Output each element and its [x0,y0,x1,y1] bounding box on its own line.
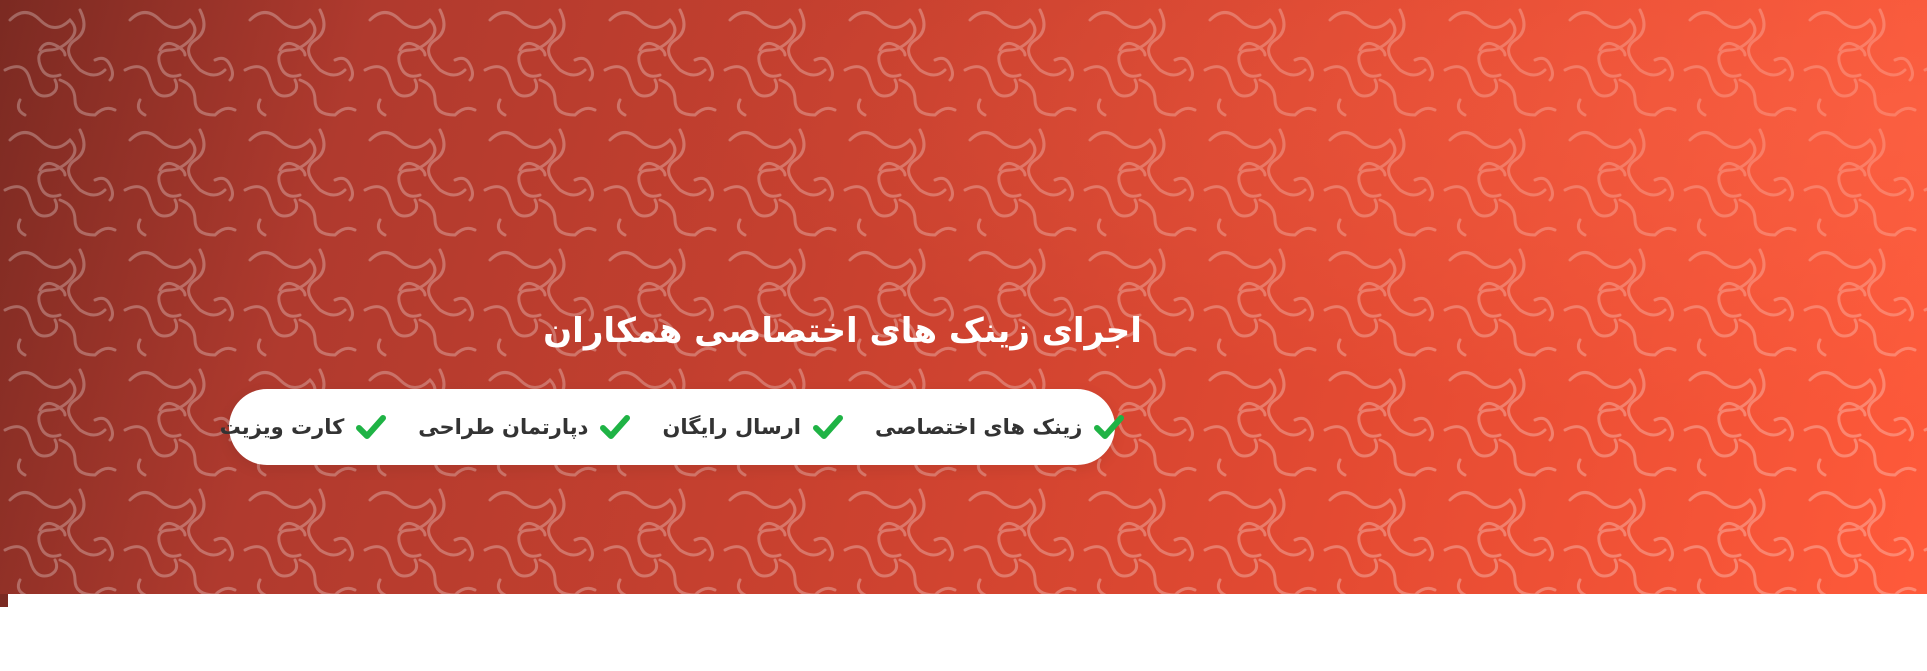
check-icon [600,415,631,439]
feature-label: زینک های اختصاصی [875,415,1083,439]
feature-item-exclusive-zinc: زینک های اختصاصی [875,414,1125,440]
check-icon [356,415,387,439]
feature-label: دپارتمان طراحی [418,415,589,439]
check-icon [813,415,844,439]
hero-title: اجرای زینک های اختصاصی همکاران [543,311,1142,351]
feature-item-free-shipping: ارسال رایگان [662,414,844,440]
check-icon [1094,415,1125,439]
features-pill: کارت ویزیت دپارتمان طراحی ارسال رایگان ز… [220,389,1125,465]
feature-label: کارت ویزیت [219,415,345,439]
corner-edge-mark [0,594,8,607]
feature-label: ارسال رایگان [662,415,802,439]
feature-item-design-department: دپارتمان طراحی [418,414,631,440]
feature-item-business-card: کارت ویزیت [220,414,387,440]
hero-content: اجرای زینک های اختصاصی همکاران کارت ویزی… [0,0,1927,594]
hero-banner: اجرای زینک های اختصاصی همکاران کارت ویزی… [0,0,1927,594]
